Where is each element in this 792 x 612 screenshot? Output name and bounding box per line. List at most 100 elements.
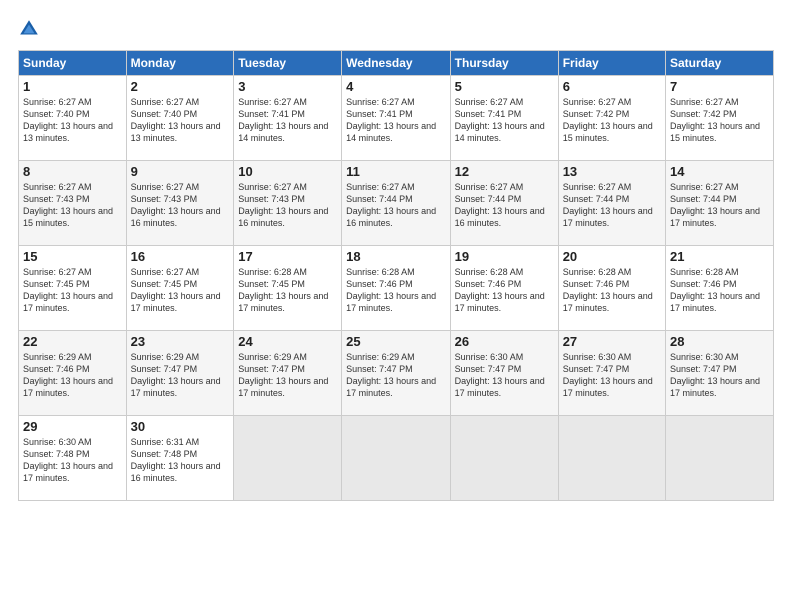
day-number: 24	[238, 334, 337, 349]
day-info: Sunrise: 6:29 AM Sunset: 7:47 PM Dayligh…	[131, 351, 230, 400]
day-number: 16	[131, 249, 230, 264]
day-number: 13	[563, 164, 661, 179]
calendar-cell: 6 Sunrise: 6:27 AM Sunset: 7:42 PM Dayli…	[558, 76, 665, 161]
day-info: Sunrise: 6:28 AM Sunset: 7:46 PM Dayligh…	[563, 266, 661, 315]
calendar-week-5: 29 Sunrise: 6:30 AM Sunset: 7:48 PM Dayl…	[19, 416, 774, 501]
calendar-cell: 16 Sunrise: 6:27 AM Sunset: 7:45 PM Dayl…	[126, 246, 234, 331]
day-info: Sunrise: 6:29 AM Sunset: 7:46 PM Dayligh…	[23, 351, 122, 400]
day-number: 30	[131, 419, 230, 434]
day-number: 2	[131, 79, 230, 94]
calendar-week-3: 15 Sunrise: 6:27 AM Sunset: 7:45 PM Dayl…	[19, 246, 774, 331]
day-info: Sunrise: 6:28 AM Sunset: 7:46 PM Dayligh…	[346, 266, 446, 315]
calendar-table: SundayMondayTuesdayWednesdayThursdayFrid…	[18, 50, 774, 501]
day-number: 10	[238, 164, 337, 179]
logo-icon	[18, 18, 40, 40]
page: SundayMondayTuesdayWednesdayThursdayFrid…	[0, 0, 792, 612]
day-number: 17	[238, 249, 337, 264]
day-info: Sunrise: 6:27 AM Sunset: 7:42 PM Dayligh…	[563, 96, 661, 145]
calendar-cell: 25 Sunrise: 6:29 AM Sunset: 7:47 PM Dayl…	[342, 331, 451, 416]
calendar-cell: 21 Sunrise: 6:28 AM Sunset: 7:46 PM Dayl…	[666, 246, 774, 331]
day-number: 19	[455, 249, 554, 264]
day-info: Sunrise: 6:31 AM Sunset: 7:48 PM Dayligh…	[131, 436, 230, 485]
calendar-cell: 15 Sunrise: 6:27 AM Sunset: 7:45 PM Dayl…	[19, 246, 127, 331]
day-number: 5	[455, 79, 554, 94]
day-info: Sunrise: 6:27 AM Sunset: 7:45 PM Dayligh…	[131, 266, 230, 315]
day-info: Sunrise: 6:28 AM Sunset: 7:46 PM Dayligh…	[670, 266, 769, 315]
calendar-week-1: 1 Sunrise: 6:27 AM Sunset: 7:40 PM Dayli…	[19, 76, 774, 161]
calendar-cell: 5 Sunrise: 6:27 AM Sunset: 7:41 PM Dayli…	[450, 76, 558, 161]
calendar-cell: 23 Sunrise: 6:29 AM Sunset: 7:47 PM Dayl…	[126, 331, 234, 416]
day-info: Sunrise: 6:27 AM Sunset: 7:44 PM Dayligh…	[563, 181, 661, 230]
day-info: Sunrise: 6:27 AM Sunset: 7:41 PM Dayligh…	[238, 96, 337, 145]
calendar-week-2: 8 Sunrise: 6:27 AM Sunset: 7:43 PM Dayli…	[19, 161, 774, 246]
day-number: 6	[563, 79, 661, 94]
day-number: 21	[670, 249, 769, 264]
day-info: Sunrise: 6:30 AM Sunset: 7:48 PM Dayligh…	[23, 436, 122, 485]
day-number: 27	[563, 334, 661, 349]
day-info: Sunrise: 6:27 AM Sunset: 7:43 PM Dayligh…	[238, 181, 337, 230]
day-info: Sunrise: 6:30 AM Sunset: 7:47 PM Dayligh…	[670, 351, 769, 400]
calendar-header-friday: Friday	[558, 51, 665, 76]
day-info: Sunrise: 6:29 AM Sunset: 7:47 PM Dayligh…	[346, 351, 446, 400]
day-info: Sunrise: 6:28 AM Sunset: 7:46 PM Dayligh…	[455, 266, 554, 315]
day-info: Sunrise: 6:27 AM Sunset: 7:43 PM Dayligh…	[131, 181, 230, 230]
header	[18, 18, 774, 40]
calendar-header-saturday: Saturday	[666, 51, 774, 76]
day-info: Sunrise: 6:27 AM Sunset: 7:44 PM Dayligh…	[670, 181, 769, 230]
calendar-header-tuesday: Tuesday	[234, 51, 342, 76]
logo	[18, 18, 44, 40]
day-number: 4	[346, 79, 446, 94]
calendar-cell: 12 Sunrise: 6:27 AM Sunset: 7:44 PM Dayl…	[450, 161, 558, 246]
calendar-cell	[558, 416, 665, 501]
calendar-header-row: SundayMondayTuesdayWednesdayThursdayFrid…	[19, 51, 774, 76]
day-info: Sunrise: 6:29 AM Sunset: 7:47 PM Dayligh…	[238, 351, 337, 400]
day-info: Sunrise: 6:27 AM Sunset: 7:45 PM Dayligh…	[23, 266, 122, 315]
day-info: Sunrise: 6:28 AM Sunset: 7:45 PM Dayligh…	[238, 266, 337, 315]
calendar-header-sunday: Sunday	[19, 51, 127, 76]
calendar-cell: 27 Sunrise: 6:30 AM Sunset: 7:47 PM Dayl…	[558, 331, 665, 416]
day-number: 11	[346, 164, 446, 179]
day-info: Sunrise: 6:27 AM Sunset: 7:42 PM Dayligh…	[670, 96, 769, 145]
day-number: 7	[670, 79, 769, 94]
calendar-cell: 8 Sunrise: 6:27 AM Sunset: 7:43 PM Dayli…	[19, 161, 127, 246]
calendar-cell	[342, 416, 451, 501]
day-info: Sunrise: 6:27 AM Sunset: 7:44 PM Dayligh…	[346, 181, 446, 230]
day-info: Sunrise: 6:27 AM Sunset: 7:43 PM Dayligh…	[23, 181, 122, 230]
calendar-cell: 17 Sunrise: 6:28 AM Sunset: 7:45 PM Dayl…	[234, 246, 342, 331]
calendar-cell: 3 Sunrise: 6:27 AM Sunset: 7:41 PM Dayli…	[234, 76, 342, 161]
calendar-cell: 24 Sunrise: 6:29 AM Sunset: 7:47 PM Dayl…	[234, 331, 342, 416]
calendar-cell: 18 Sunrise: 6:28 AM Sunset: 7:46 PM Dayl…	[342, 246, 451, 331]
calendar-cell: 14 Sunrise: 6:27 AM Sunset: 7:44 PM Dayl…	[666, 161, 774, 246]
calendar-cell: 20 Sunrise: 6:28 AM Sunset: 7:46 PM Dayl…	[558, 246, 665, 331]
day-number: 12	[455, 164, 554, 179]
calendar-cell: 10 Sunrise: 6:27 AM Sunset: 7:43 PM Dayl…	[234, 161, 342, 246]
calendar-cell: 9 Sunrise: 6:27 AM Sunset: 7:43 PM Dayli…	[126, 161, 234, 246]
day-number: 8	[23, 164, 122, 179]
calendar-cell: 7 Sunrise: 6:27 AM Sunset: 7:42 PM Dayli…	[666, 76, 774, 161]
day-info: Sunrise: 6:27 AM Sunset: 7:40 PM Dayligh…	[23, 96, 122, 145]
day-number: 18	[346, 249, 446, 264]
calendar-header-wednesday: Wednesday	[342, 51, 451, 76]
day-number: 23	[131, 334, 230, 349]
day-number: 15	[23, 249, 122, 264]
calendar-cell: 11 Sunrise: 6:27 AM Sunset: 7:44 PM Dayl…	[342, 161, 451, 246]
calendar-cell: 28 Sunrise: 6:30 AM Sunset: 7:47 PM Dayl…	[666, 331, 774, 416]
day-number: 9	[131, 164, 230, 179]
day-number: 29	[23, 419, 122, 434]
day-number: 28	[670, 334, 769, 349]
calendar-cell: 29 Sunrise: 6:30 AM Sunset: 7:48 PM Dayl…	[19, 416, 127, 501]
day-info: Sunrise: 6:30 AM Sunset: 7:47 PM Dayligh…	[563, 351, 661, 400]
calendar-week-4: 22 Sunrise: 6:29 AM Sunset: 7:46 PM Dayl…	[19, 331, 774, 416]
day-info: Sunrise: 6:27 AM Sunset: 7:44 PM Dayligh…	[455, 181, 554, 230]
calendar-cell: 30 Sunrise: 6:31 AM Sunset: 7:48 PM Dayl…	[126, 416, 234, 501]
calendar-cell	[234, 416, 342, 501]
calendar-cell: 22 Sunrise: 6:29 AM Sunset: 7:46 PM Dayl…	[19, 331, 127, 416]
calendar-cell: 19 Sunrise: 6:28 AM Sunset: 7:46 PM Dayl…	[450, 246, 558, 331]
calendar-cell	[450, 416, 558, 501]
day-number: 1	[23, 79, 122, 94]
calendar-cell: 4 Sunrise: 6:27 AM Sunset: 7:41 PM Dayli…	[342, 76, 451, 161]
day-info: Sunrise: 6:30 AM Sunset: 7:47 PM Dayligh…	[455, 351, 554, 400]
calendar-cell: 2 Sunrise: 6:27 AM Sunset: 7:40 PM Dayli…	[126, 76, 234, 161]
day-number: 25	[346, 334, 446, 349]
calendar-header-monday: Monday	[126, 51, 234, 76]
